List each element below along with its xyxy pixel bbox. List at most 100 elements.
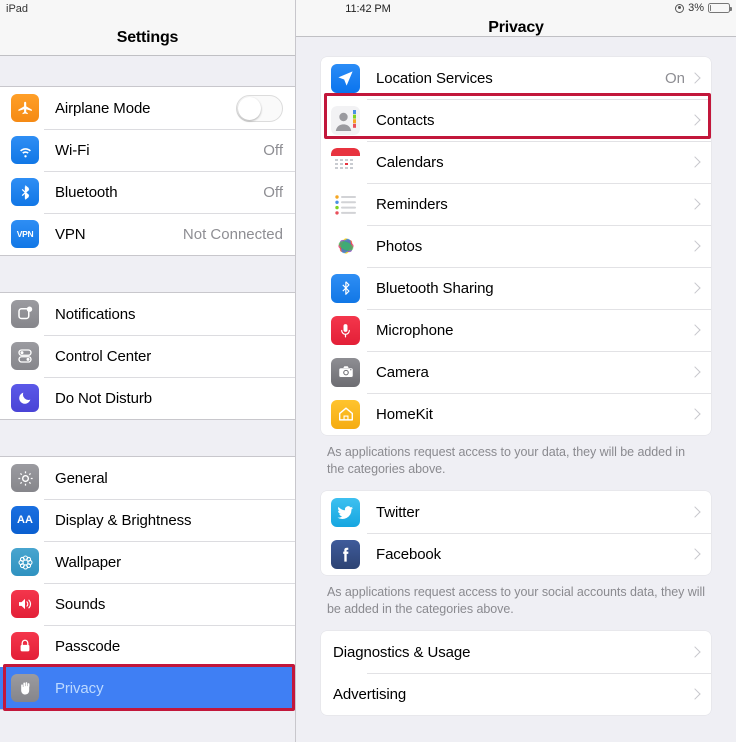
list-item-label: Photos [376,237,423,255]
microphone-row[interactable]: Microphone [321,309,711,351]
vpn-icon: VPN [11,220,39,248]
homekit-row[interactable]: HomeKit [321,393,711,435]
vpn-status-value: Not Connected [182,225,283,243]
chevron-right-icon [689,198,701,210]
sidebar-item-general[interactable]: General [0,457,295,499]
sidebar-item-wifi[interactable]: Wi-Fi Off [0,129,295,171]
chevron-right-icon [689,114,701,126]
sidebar-item-label: Display & Brightness [55,511,192,529]
social-accounts-card: Twitter Facebook [321,491,711,575]
calendars-row[interactable]: Calendars [321,141,711,183]
sidebar-group-notifications: Notifications Control Center Do Not Dist… [0,292,295,420]
wallpaper-icon [11,548,39,576]
list-item-label: Reminders [376,195,448,213]
chevron-right-icon [689,688,701,700]
sidebar-item-label: Notifications [55,305,136,323]
battery-empty-icon [708,3,732,13]
camera-icon [331,357,360,387]
sidebar-item-label: Wi-Fi [55,141,90,159]
sidebar-item-privacy[interactable]: Privacy [0,667,295,709]
sidebar-item-label: Wallpaper [55,553,122,571]
page-title: Privacy [488,19,544,36]
ipad-settings-screen: iPad 11:42 PM 3% Settings Airplane Mode [0,0,736,742]
chevron-right-icon [689,506,701,518]
control-center-icon [11,342,39,370]
camera-row[interactable]: Camera [321,351,711,393]
wifi-status-value: Off [263,141,283,159]
chevron-right-icon [689,366,701,378]
permissions-footnote: As applications request access to your d… [327,445,686,476]
sidebar-item-do-not-disturb[interactable]: Do Not Disturb [0,377,295,419]
sidebar-item-bluetooth[interactable]: Bluetooth Off [0,171,295,213]
list-item-label: Facebook [376,545,442,563]
chevron-right-icon [689,646,701,658]
photos-icon [331,231,360,261]
sidebar-item-sounds[interactable]: Sounds [0,583,295,625]
wifi-icon [11,136,39,164]
sidebar-item-label: Privacy [55,679,104,697]
list-item-label: Contacts [376,111,435,129]
list-item-label: Calendars [376,153,444,171]
battery-percent: 3% [688,2,704,14]
photos-row[interactable]: Photos [321,225,711,267]
sidebar-item-control-center[interactable]: Control Center [0,335,295,377]
contacts-row[interactable]: Contacts [321,99,711,141]
list-item-label: Advertising [333,685,407,703]
sidebar-item-label: Passcode [55,637,121,655]
list-item-label: Bluetooth Sharing [376,279,494,297]
status-right-cluster: 3% [675,2,732,14]
list-item-label: Location Services [376,69,493,87]
sidebar-item-label: Airplane Mode [55,99,151,117]
chevron-right-icon [689,408,701,420]
sidebar-item-vpn[interactable]: VPN VPN Not Connected [0,213,295,255]
sidebar-item-wallpaper[interactable]: Wallpaper [0,541,295,583]
gear-icon [11,464,39,492]
display-brightness-icon: AA [11,506,39,534]
list-item-label: HomeKit [376,405,433,423]
chevron-right-icon [689,324,701,336]
bluetooth-status-value: Off [263,183,283,201]
bluetooth-sharing-row[interactable]: Bluetooth Sharing [321,267,711,309]
location-services-row[interactable]: Location Services On [321,57,711,99]
sidebar-group-connectivity: Airplane Mode Wi-Fi Off Bluetooth Off VP… [0,86,295,256]
airplane-mode-toggle[interactable] [236,94,283,122]
settings-sidebar: Settings Airplane Mode Wi-Fi Off Bluetoo… [0,0,296,742]
sidebar-group-system: General AA Display & Brightness Wallpape… [0,456,295,710]
twitter-row[interactable]: Twitter [321,491,711,533]
bluetooth-icon [331,273,360,303]
airplane-icon [11,94,39,122]
sidebar-item-label: Do Not Disturb [55,389,152,407]
lock-icon [11,632,39,660]
sidebar-item-passcode[interactable]: Passcode [0,625,295,667]
twitter-icon [331,497,360,527]
sidebar-scroll[interactable]: Airplane Mode Wi-Fi Off Bluetooth Off VP… [0,56,295,742]
homekit-icon [331,399,360,429]
contacts-icon [331,105,360,135]
list-item-label: Microphone [376,321,454,339]
sidebar-item-label: Control Center [55,347,152,365]
calendar-icon [331,147,360,177]
sidebar-item-label: Bluetooth [55,183,118,201]
advertising-row[interactable]: Advertising [321,673,711,715]
sidebar-item-airplane-mode[interactable]: Airplane Mode [0,87,295,129]
location-services-value: On [664,69,685,87]
sidebar-item-label: VPN [55,225,86,243]
diagnostics-usage-row[interactable]: Diagnostics & Usage [321,631,711,673]
diagnostics-card: Diagnostics & Usage Advertising [321,631,711,715]
chevron-right-icon [689,240,701,252]
list-item-label: Camera [376,363,429,381]
detail-scroll[interactable]: Location Services On Contacts Calendars [296,37,736,723]
reminders-row[interactable]: Reminders [321,183,711,225]
location-arrow-icon [331,63,360,93]
chevron-right-icon [689,72,701,84]
privacy-permissions-card: Location Services On Contacts Calendars [321,57,711,435]
status-bar: iPad 11:42 PM 3% [0,0,736,19]
facebook-row[interactable]: Facebook [321,533,711,575]
bluetooth-icon [11,178,39,206]
sidebar-item-notifications[interactable]: Notifications [0,293,295,335]
sidebar-item-display-brightness[interactable]: AA Display & Brightness [0,499,295,541]
clock: 11:42 PM [345,3,391,15]
moon-icon [11,384,39,412]
social-accounts-footnote: As applications request access to your s… [327,585,705,616]
sidebar-title: Settings [116,28,179,46]
